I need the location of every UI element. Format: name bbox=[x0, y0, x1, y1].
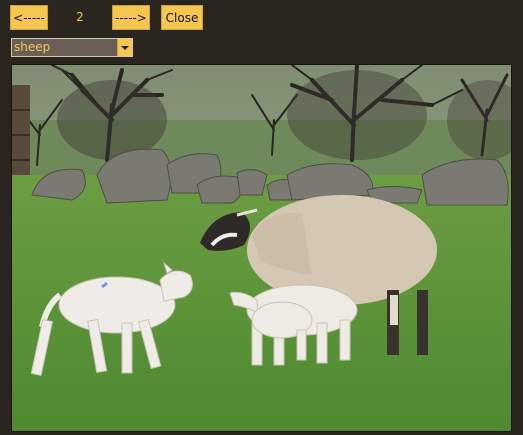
chevron-down-icon[interactable] bbox=[117, 39, 132, 56]
page-number: 2 bbox=[76, 10, 84, 24]
sheep-photo bbox=[12, 65, 511, 431]
previous-button[interactable]: <----- bbox=[10, 5, 48, 30]
category-select-value: sheep bbox=[14, 40, 51, 54]
category-select[interactable]: sheep bbox=[11, 38, 133, 57]
next-button[interactable]: -----> bbox=[112, 5, 150, 30]
close-button[interactable]: Close bbox=[161, 5, 203, 30]
photo-viewer bbox=[11, 64, 512, 432]
